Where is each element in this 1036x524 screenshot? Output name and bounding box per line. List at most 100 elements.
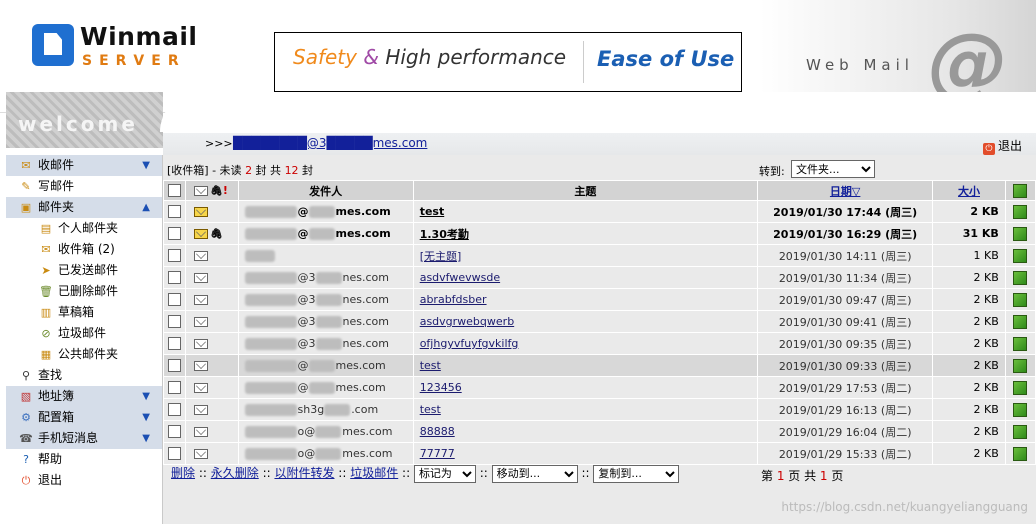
subject-link[interactable]: 77777 <box>420 447 455 460</box>
subject-link[interactable]: abrabfdsber <box>420 293 487 306</box>
sidebar-item-inbox-pen[interactable]: ✉ 收邮件 ▼ <box>6 155 162 176</box>
row-checkbox[interactable] <box>168 403 182 417</box>
sender-visible: @ <box>297 227 309 240</box>
row-checkbox-cell <box>162 310 187 333</box>
message-row[interactable]: [无主题] 2019/01/30 14:11 (周三) 1 KB <box>162 244 1036 267</box>
sidebar-item-label: 草稿箱 <box>58 305 95 319</box>
edit-icon[interactable] <box>1013 204 1028 219</box>
message-row[interactable]: o@ mes.com 77777 2019/01/29 15:33 (周二) 2 KB <box>162 442 1036 465</box>
edit-icon[interactable] <box>1013 358 1028 373</box>
sidebar-item-folders[interactable]: ▣ 邮件夹 ▲ <box>6 197 162 218</box>
edit-icon[interactable] <box>1013 292 1028 307</box>
row-checkbox[interactable] <box>168 249 182 263</box>
sidebar-item-inbox[interactable]: ✉ 收件箱 (2) <box>6 239 162 260</box>
sidebar-item-compose[interactable]: ✎ 写邮件 <box>6 176 162 197</box>
sidebar-item-trash[interactable]: 🗑 已删除邮件 <box>6 281 162 302</box>
row-checkbox[interactable] <box>168 381 182 395</box>
select-all-checkbox[interactable] <box>168 184 182 198</box>
message-row[interactable]: o@ mes.com 88888 2019/01/29 16:04 (周二) 2 KB <box>162 420 1036 443</box>
spam-link[interactable]: 垃圾邮件 <box>350 466 398 480</box>
message-row[interactable]: @ mes.com test 2019/01/30 09:33 (周三) 2 KB <box>162 354 1036 377</box>
sidebar-item-spam[interactable]: ⊘ 垃圾邮件 <box>6 323 162 344</box>
chevron-down-icon[interactable]: ▼ <box>142 428 150 449</box>
sidebar-item-sms[interactable]: ☎ 手机短消息 ▼ <box>6 428 162 449</box>
row-checkbox[interactable] <box>168 271 182 285</box>
row-checkbox[interactable] <box>168 447 182 461</box>
chevron-down-icon[interactable]: ▼ <box>142 155 150 176</box>
row-checkbox[interactable] <box>168 359 182 373</box>
row-checkbox[interactable] <box>168 227 182 241</box>
sender-header[interactable]: 发件人 <box>237 180 414 201</box>
delete-link[interactable]: 删除 <box>171 466 195 480</box>
message-row[interactable]: @3 nes.com asdvgrwebqwerb 2019/01/30 09:41 … <box>162 310 1036 333</box>
subject-link[interactable]: asdvfwevwsde <box>420 271 500 284</box>
edit-icon[interactable] <box>1013 336 1028 351</box>
edit-icon[interactable] <box>1013 248 1028 263</box>
subject-link[interactable]: test <box>420 403 441 416</box>
folder-name: [收件箱] <box>167 164 209 177</box>
date-header[interactable]: 日期▽ <box>757 180 934 201</box>
sidebar-item-exit[interactable]: ⏻ 退出 <box>6 470 162 491</box>
sidebar-item-drafts[interactable]: ▥ 草稿箱 <box>6 302 162 323</box>
sender-cell: o@ mes.com <box>237 420 414 443</box>
sidebar-item-settings[interactable]: ⚙ 配置箱 ▼ <box>6 407 162 428</box>
row-checkbox[interactable] <box>168 315 182 329</box>
subject-link[interactable]: asdvgrwebqwerb <box>420 315 514 328</box>
move-to-select[interactable]: 移动到... <box>491 464 578 483</box>
subject-link[interactable]: 123456 <box>420 381 462 394</box>
message-row[interactable]: 🖇 @ mes.com 1.30考勤 2019/01/30 16:29 (周三) 31 K… <box>162 222 1036 245</box>
edit-icon[interactable] <box>1013 446 1028 461</box>
message-row[interactable]: sh3g .com test 2019/01/29 16:13 (周二) 2 KB <box>162 398 1036 421</box>
row-status-cell <box>185 354 239 377</box>
redacted-block <box>315 294 342 306</box>
size-header[interactable]: 大小 <box>932 180 1006 201</box>
redacted-block <box>244 206 297 218</box>
sidebar-item-sent[interactable]: ➤ 已发送邮件 <box>6 260 162 281</box>
subject-link[interactable]: ofjhgyvfuyfgvkilfg <box>420 337 519 350</box>
forward-as-attachment-link[interactable]: 以附件转发 <box>274 466 334 480</box>
unread-prefix: - 未读 <box>208 164 246 177</box>
message-row[interactable]: @3 nes.com abrabfdsber 2019/01/30 09:47 (周三… <box>162 288 1036 311</box>
edit-icon[interactable] <box>1013 380 1028 395</box>
sidebar-item-label: 已删除邮件 <box>58 284 119 298</box>
subject-link[interactable]: 88888 <box>420 425 455 438</box>
message-row[interactable]: @3 nes.com asdvfwevwsde 2019/01/30 11:34 (周… <box>162 266 1036 289</box>
permanent-delete-link[interactable]: 永久删除 <box>211 466 259 480</box>
sidebar-item-search[interactable]: ⚲ 查找 <box>6 365 162 386</box>
edit-icon[interactable] <box>1013 270 1028 285</box>
sidebar-item-personal-folder[interactable]: ▤ 个人邮件夹 <box>6 218 162 239</box>
mark-as-select[interactable]: 标记为 <box>413 464 476 483</box>
row-checkbox[interactable] <box>168 205 182 219</box>
redacted-block <box>244 448 297 460</box>
edit-icon[interactable] <box>1013 402 1028 417</box>
exit-link[interactable]: ⏻ 退出 <box>982 137 1022 155</box>
message-row[interactable]: @ mes.com test 2019/01/30 17:44 (周三) 2 KB <box>162 200 1036 223</box>
edit-icon[interactable] <box>1013 424 1028 439</box>
sender-domain: nes.com <box>342 271 389 284</box>
read-envelope-icon <box>194 405 209 415</box>
edit-icon[interactable] <box>1013 226 1028 241</box>
read-envelope-icon <box>194 273 209 283</box>
sidebar-item-public-folder[interactable]: ▦ 公共邮件夹 <box>6 344 162 365</box>
goto-folder-select[interactable]: 文件夹... <box>791 160 875 178</box>
edit-icon[interactable] <box>1013 314 1028 329</box>
subject-link[interactable]: test <box>420 359 441 372</box>
subject-link[interactable]: 1.30考勤 <box>420 228 469 241</box>
sidebar-item-help[interactable]: ? 帮助 <box>6 449 162 470</box>
row-checkbox[interactable] <box>168 425 182 439</box>
chevron-up-icon[interactable]: ▲ <box>142 197 150 218</box>
subject-header[interactable]: 主题 <box>412 180 759 201</box>
sidebar-item-address-book[interactable]: ▧ 地址簿 ▼ <box>6 386 162 407</box>
subject-link[interactable]: test <box>420 205 445 218</box>
row-checkbox[interactable] <box>168 293 182 307</box>
chevron-down-icon[interactable]: ▼ <box>142 407 150 428</box>
message-row[interactable]: @3 nes.com ofjhgyvfuyfgvkilfg 2019/01/30 09… <box>162 332 1036 355</box>
subject-link[interactable]: [无主题] <box>420 250 462 263</box>
sender-domain: mes.com <box>342 425 393 438</box>
user-email-link[interactable]: ████████@3█████mes.com <box>233 136 427 150</box>
row-checkbox[interactable] <box>168 337 182 351</box>
chevron-down-icon[interactable]: ▼ <box>142 386 150 407</box>
copy-to-select[interactable]: 复制到... <box>593 464 680 483</box>
message-row[interactable]: @ mes.com 123456 2019/01/29 17:53 (周二) 2 KB <box>162 376 1036 399</box>
sidebar-item-label: 退出 <box>38 473 63 487</box>
